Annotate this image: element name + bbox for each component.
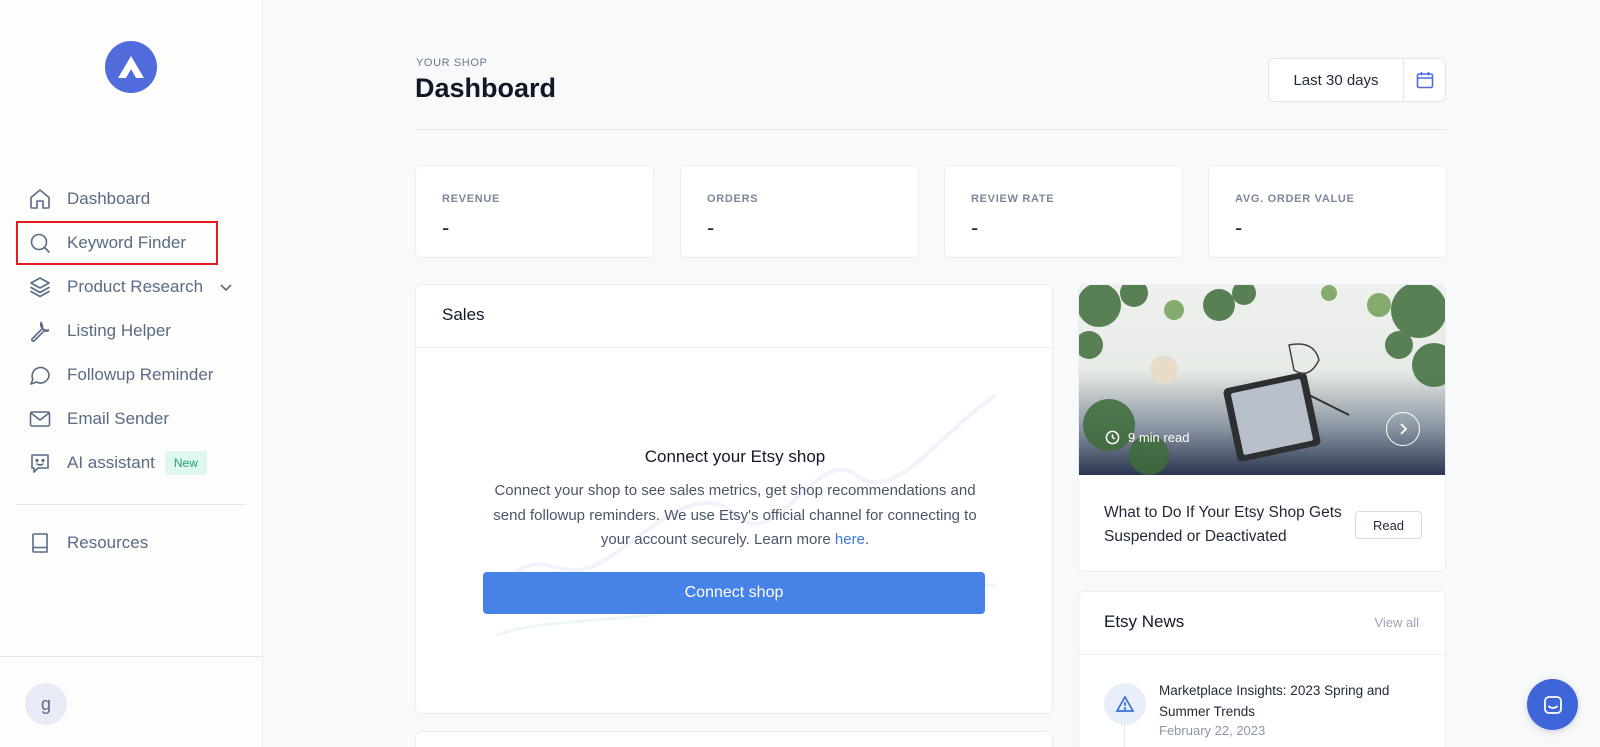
bot-icon — [28, 451, 52, 475]
article-title[interactable]: What to Do If Your Etsy Shop Gets Suspen… — [1104, 501, 1344, 549]
sidebar-nav: Dashboard Keyword Finder Product Researc… — [16, 179, 246, 487]
sidebar-divider — [16, 504, 246, 505]
sidebar-item-ai-assistant[interactable]: AI assistant New — [18, 443, 246, 483]
next-article-button[interactable] — [1386, 412, 1420, 446]
connect-shop-prompt: Connect your Etsy shop Connect your shop… — [416, 447, 1052, 553]
news-header: Etsy News View all — [1079, 592, 1445, 655]
calendar-button[interactable] — [1404, 59, 1445, 101]
home-icon — [28, 187, 52, 211]
connect-shop-button[interactable]: Connect shop — [483, 572, 985, 614]
book-icon — [28, 531, 52, 555]
metric-label: REVENUE — [442, 193, 501, 205]
sidebar-footer-divider — [0, 656, 262, 657]
app-logo[interactable] — [105, 41, 157, 93]
chat-icon — [1543, 695, 1562, 714]
sidebar-item-resources[interactable]: Resources — [18, 523, 246, 563]
sales-card: Sales Connect your Etsy shop Connect you… — [415, 284, 1053, 714]
view-all-link[interactable]: View all — [1374, 615, 1419, 630]
calendar-icon — [1416, 72, 1433, 89]
header-divider — [415, 129, 1446, 130]
page-title: Dashboard — [415, 73, 557, 103]
sidebar-item-listing-helper[interactable]: Listing Helper — [18, 311, 246, 351]
news-item-title[interactable]: Marketplace Insights: 2023 Spring and Su… — [1159, 680, 1419, 722]
metric-label: REVIEW RATE — [971, 193, 1055, 205]
sidebar-item-email-sender[interactable]: Email Sender — [18, 399, 246, 439]
sidebar-item-label: Followup Reminder — [67, 365, 214, 384]
read-time-label: 9 min read — [1128, 430, 1190, 445]
mail-icon — [28, 407, 52, 431]
date-range-picker[interactable]: Last 30 days — [1268, 58, 1446, 102]
sidebar-item-keyword-finder[interactable]: Keyword Finder — [16, 221, 218, 265]
read-button[interactable]: Read — [1355, 511, 1422, 539]
sidebar: Dashboard Keyword Finder Product Researc… — [0, 0, 263, 747]
sidebar-item-label: Keyword Finder — [67, 233, 187, 252]
metric-value: - — [1235, 215, 1243, 240]
metric-card-orders: ORDERS - — [680, 165, 919, 258]
chat-launcher-button[interactable] — [1527, 679, 1578, 730]
metric-value: - — [442, 215, 450, 240]
chevron-right-icon — [1400, 423, 1408, 435]
sidebar-item-label: Resources — [67, 533, 149, 552]
layers-icon — [28, 275, 52, 299]
read-time: 9 min read — [1105, 430, 1189, 445]
sidebar-resources: Resources — [18, 523, 246, 567]
logo-mark-icon — [118, 56, 144, 78]
news-item-date: February 22, 2023 — [1159, 723, 1266, 738]
timeline-line — [1124, 725, 1125, 747]
sidebar-item-label: Email Sender — [67, 409, 170, 428]
connect-description: Connect your shop to see sales metrics, … — [493, 482, 977, 548]
metric-value: - — [707, 215, 715, 240]
connect-description-text: Connect your shop to see sales metrics, … — [493, 482, 977, 548]
sidebar-item-product-research[interactable]: Product Research — [18, 267, 246, 307]
clock-icon — [1105, 430, 1120, 445]
news-title: Etsy News — [1104, 612, 1185, 631]
article-image: 9 min read — [1079, 285, 1445, 475]
sidebar-item-label: AI assistant — [67, 453, 155, 472]
search-icon — [28, 231, 52, 255]
avatar[interactable]: g — [25, 683, 67, 725]
plants-tablet-image — [1079, 285, 1445, 475]
connect-title: Connect your Etsy shop — [644, 447, 826, 466]
chat-bubble-icon — [28, 363, 52, 387]
secondary-card — [415, 731, 1053, 747]
new-badge: New — [164, 451, 207, 475]
metric-value: - — [971, 215, 979, 240]
metric-card-review-rate: REVIEW RATE - — [944, 165, 1183, 258]
metric-card-avg-order-value: AVG. ORDER VALUE - — [1208, 165, 1447, 258]
sidebar-item-followup-reminder[interactable]: Followup Reminder — [18, 355, 246, 395]
sidebar-item-label: Listing Helper — [67, 321, 171, 340]
sales-card-title: Sales — [416, 285, 1052, 348]
news-item-text: Marketplace Insights: 2023 Spring and Su… — [1159, 680, 1419, 738]
chevron-down-icon[interactable] — [218, 279, 234, 295]
article-card[interactable]: 9 min read What to Do If Your Etsy Shop … — [1078, 284, 1446, 572]
sidebar-item-label: Product Research — [67, 277, 204, 296]
learn-more-link[interactable]: here — [835, 531, 865, 548]
sidebar-item-label: Dashboard — [67, 189, 151, 208]
metric-card-revenue: REVENUE - — [415, 165, 654, 258]
alert-triangle-icon — [1104, 683, 1146, 725]
etsy-news-card: Etsy News View all Marketplace Insights:… — [1078, 591, 1446, 747]
date-range-label[interactable]: Last 30 days — [1269, 59, 1404, 101]
metric-label: ORDERS — [707, 193, 759, 205]
sidebar-item-dashboard[interactable]: Dashboard — [18, 179, 246, 219]
metric-label: AVG. ORDER VALUE — [1235, 193, 1355, 205]
page-eyebrow: YOUR SHOP — [416, 57, 488, 69]
wrench-icon — [28, 319, 52, 343]
